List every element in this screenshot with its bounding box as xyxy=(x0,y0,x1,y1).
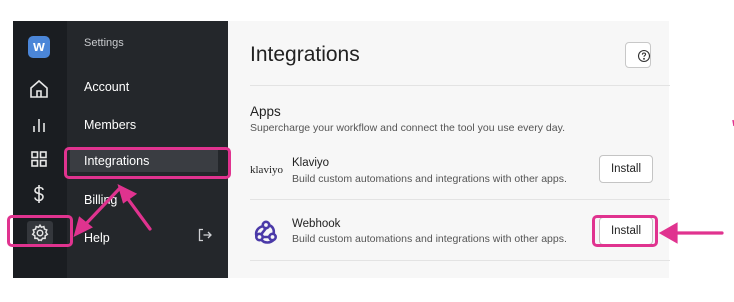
arrow-head xyxy=(658,222,678,244)
arrow-head xyxy=(117,183,138,204)
arrow-to-settings xyxy=(80,186,122,230)
annotation-arrows xyxy=(73,119,734,244)
arrow-to-integrations xyxy=(123,193,152,231)
